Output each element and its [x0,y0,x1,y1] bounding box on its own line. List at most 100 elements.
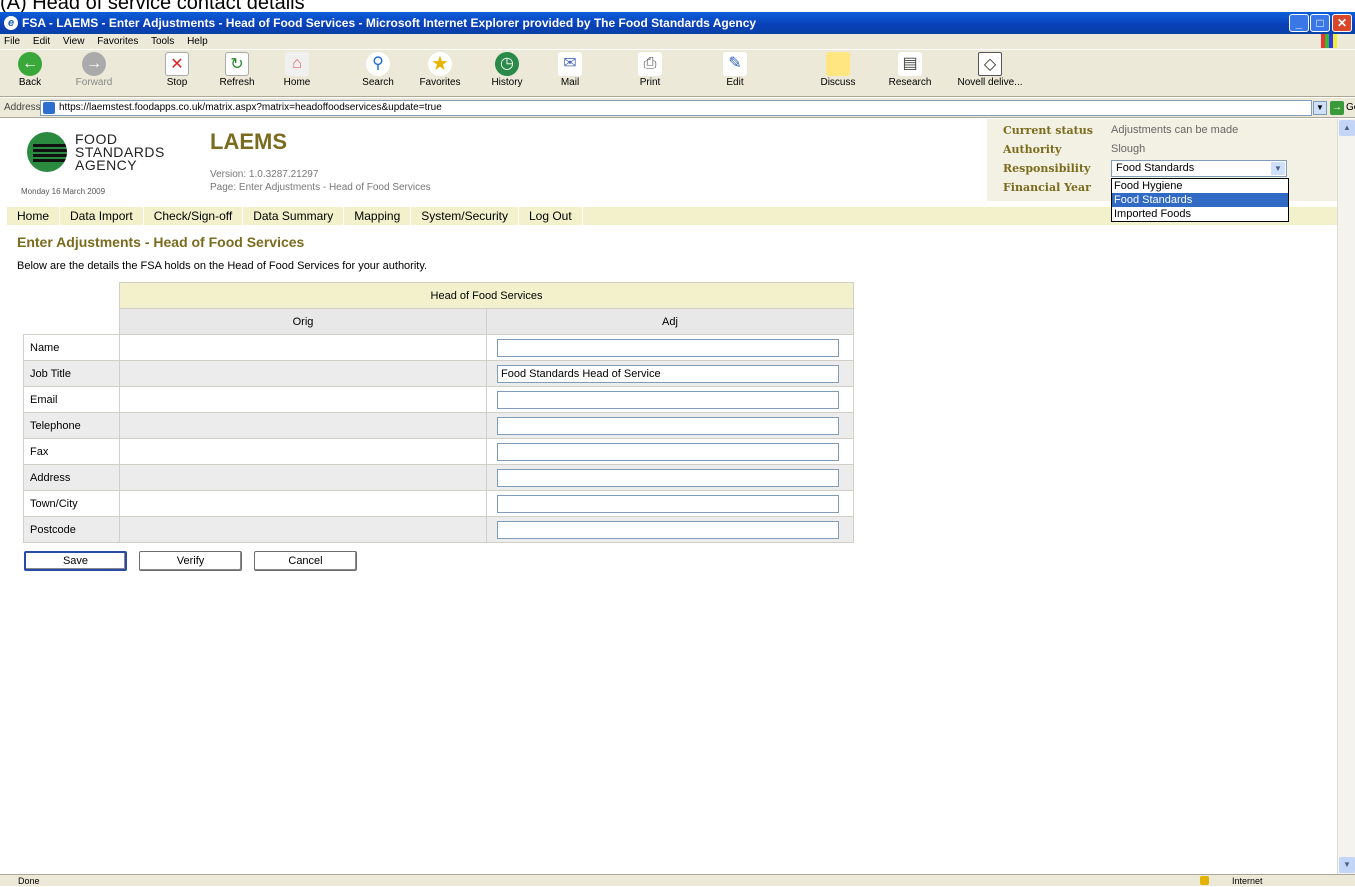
back-button[interactable]: ← Back [0,52,60,88]
row-label: Telephone [23,412,120,439]
table-row: Name [23,334,854,361]
scroll-up-icon[interactable]: ▲ [1339,120,1355,136]
option-food-hygiene[interactable]: Food Hygiene [1112,179,1288,193]
cancel-button[interactable]: Cancel [254,551,357,571]
current-status-value: Adjustments can be made [1111,124,1239,136]
go-button[interactable]: →Go [1330,101,1355,115]
search-icon: ⚲ [366,52,390,76]
windows-logo-icon [1321,34,1337,48]
save-button[interactable]: Save [24,551,127,571]
address-label: Address [4,102,41,113]
forward-button[interactable]: → Forward [64,52,124,88]
favorites-button[interactable]: ★ Favorites [410,52,470,88]
table-row: Fax [23,438,854,465]
nav-mapping[interactable]: Mapping [344,207,412,225]
menu-bar: File Edit View Favorites Tools Help [0,34,1355,49]
edit-button[interactable]: ✎ Edit [705,52,765,88]
address-input[interactable]: https://laemstest.foodapps.co.uk/matrix.… [40,100,1312,116]
security-zone: Internet [1232,876,1263,886]
minimize-button[interactable]: _ [1289,14,1309,32]
responsibility-options: Food Hygiene Food Standards Imported Foo… [1111,178,1289,222]
menu-favorites[interactable]: Favorites [97,36,138,47]
menu-edit[interactable]: Edit [33,36,50,47]
research-button[interactable]: ▤ Research [880,52,940,88]
authority-label: Authority [1003,143,1062,156]
row-label: Address [23,464,120,491]
nav-check-sign-off[interactable]: Check/Sign-off [144,207,244,225]
col-header-adj: Adj [486,308,854,335]
refresh-button[interactable]: ↻ Refresh [207,52,267,88]
forward-arrow-icon: → [82,52,106,76]
option-food-standards[interactable]: Food Standards [1112,193,1288,207]
lock-icon [1200,876,1209,885]
discuss-button[interactable]: Discuss [808,52,868,88]
mail-button[interactable]: ✉ Mail [540,52,600,88]
orig-value [119,412,487,439]
discuss-icon [826,52,850,76]
print-button[interactable]: ⎙ Print [620,52,680,88]
research-icon: ▤ [898,52,922,76]
browser-toolbar: ← Back → Forward ✕ Stop ↻ Refresh ⌂ Home ⚲ Sea… [0,49,1355,97]
fsa-logo-icon [27,132,67,172]
home-button[interactable]: ⌂ Home [267,52,327,88]
nav-log-out[interactable]: Log Out [519,207,583,225]
option-imported-foods[interactable]: Imported Foods [1112,207,1288,221]
table-row: Telephone [23,412,854,439]
page-title: Enter Adjustments - Head of Food Service… [17,234,305,250]
nav-data-summary[interactable]: Data Summary [243,207,345,225]
search-button[interactable]: ⚲ Search [348,52,408,88]
head-of-service-table: Head of Food Services Orig Adj Name Job … [23,282,854,543]
adj-job-title-input[interactable] [497,364,839,383]
ie-logo-icon: e [4,16,18,30]
adj-fax-input[interactable] [497,442,839,461]
adj-name-input[interactable] [497,338,839,357]
current-status-label: Current status [1003,124,1093,137]
col-header-orig: Orig [119,308,487,335]
scroll-down-icon[interactable]: ▼ [1339,857,1355,873]
table-row: Address [23,464,854,491]
adj-postcode-input[interactable] [497,520,839,539]
empty-cell [23,308,120,335]
maximize-button[interactable]: □ [1310,14,1330,32]
print-icon: ⎙ [638,52,662,76]
logo-text: FOOD STANDARDS AGENCY [75,131,165,173]
web-page: FOOD STANDARDS AGENCY LAEMS Version: 1.0… [7,119,1337,874]
orig-value [119,490,487,517]
status-text: Done [18,876,40,886]
table-title: Head of Food Services [119,282,854,309]
refresh-icon: ↻ [225,52,249,76]
table-row: Email [23,386,854,413]
responsibility-select[interactable]: Food Standards ▼ [1111,160,1287,177]
nav-data-import[interactable]: Data Import [60,207,144,225]
nav-home[interactable]: Home [7,207,61,225]
date-text: Monday 16 March 2009 [21,187,106,196]
vertical-scrollbar[interactable]: ▲ ▼ [1337,119,1355,874]
mail-icon: ✉ [558,52,582,76]
chevron-down-icon: ▼ [1271,162,1285,175]
novell-button[interactable]: ◇ Novell delive... [945,52,1035,88]
nav-system-security[interactable]: System/Security [411,207,519,225]
window-titlebar[interactable]: e FSA - LAEMS - Enter Adjustments - Head… [0,12,1355,34]
menu-help[interactable]: Help [187,36,208,47]
close-button[interactable]: ✕ [1332,14,1352,32]
row-label: Email [23,386,120,413]
history-button[interactable]: ◷ History [477,52,537,88]
stop-icon: ✕ [165,52,189,76]
menu-view[interactable]: View [63,36,85,47]
adj-address-input[interactable] [497,468,839,487]
menu-tools[interactable]: Tools [151,36,174,47]
table-row: Postcode [23,516,854,543]
menu-file[interactable]: File [4,36,20,47]
adj-email-input[interactable] [497,390,839,409]
adj-telephone-input[interactable] [497,416,839,435]
stop-button[interactable]: ✕ Stop [147,52,207,88]
verify-button[interactable]: Verify [139,551,242,571]
back-arrow-icon: ← [18,52,42,76]
adj-town-city-input[interactable] [497,494,839,513]
favorites-star-icon: ★ [428,52,452,76]
table-row: Job Title [23,360,854,387]
browser-statusbar: Done Internet [0,874,1355,886]
address-url: https://laemstest.foodapps.co.uk/matrix.… [59,102,442,113]
orig-value [119,438,487,465]
address-dropdown-button[interactable]: ▼ [1313,101,1327,115]
